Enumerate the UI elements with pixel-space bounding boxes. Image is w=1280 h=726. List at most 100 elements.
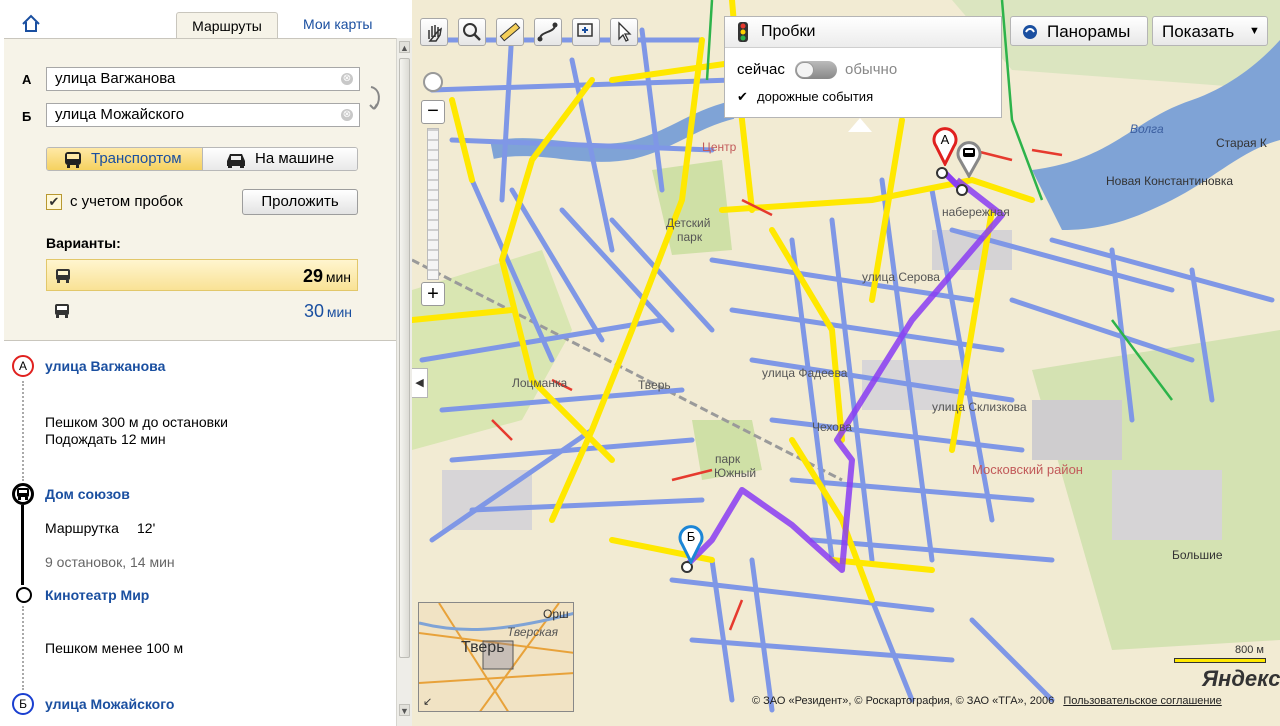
add-object-button[interactable] [572, 18, 600, 46]
map-label-lotsmanka: Лоцманка [512, 376, 568, 390]
panorama-icon [1023, 25, 1037, 39]
compass-icon[interactable] [423, 72, 443, 92]
yandex-logo[interactable]: Яндекс [1202, 666, 1280, 692]
variant-1-unit: мин [325, 269, 351, 285]
zoom-out-button[interactable]: − [421, 100, 445, 124]
mode-transport-button[interactable]: Транспортом [47, 148, 203, 170]
magnifier-icon [463, 23, 481, 41]
minimap-region-label: Тверская [507, 625, 559, 639]
variant-2-unit: мин [326, 304, 352, 320]
copyright-text: © ЗАО «Резидент», © Роскартография, © ЗА… [752, 695, 1055, 707]
bus-icon [56, 269, 70, 283]
panoramas-label: Панорамы [1047, 22, 1131, 41]
end-place[interactable]: улица Можайского [45, 696, 174, 712]
route-sidebar: Маршруты Мои карты А улица Вагжанова ⊗ Б… [0, 0, 412, 726]
start-marker: А [12, 355, 34, 377]
route-icon [537, 22, 558, 42]
show-layers-button[interactable]: Показать ▼ [1152, 16, 1268, 46]
traffic-title: Пробки [761, 23, 816, 40]
map-label-tver-station: Тверь [638, 378, 671, 392]
route-form: А улица Вагжанова ⊗ Б улица Можайского ⊗… [4, 38, 396, 341]
map-label-staraya: Старая К [1216, 136, 1267, 150]
ruler-button[interactable] [496, 18, 524, 46]
traffic-events-check[interactable]: ✔ [737, 89, 748, 105]
traffic-toggle[interactable] [795, 61, 837, 79]
map-canvas[interactable]: Центр Детский парк Лоцманка Тверь парк Ю… [412, 0, 1280, 726]
marker-b-icon[interactable]: Б [676, 520, 706, 564]
variant-1-minutes: 29 [302, 266, 323, 286]
show-label: Показать [1162, 22, 1235, 41]
traffic-panel: Пробки сейчас обычно ✔ дорожные события [724, 16, 1002, 118]
minimap-resize-icon[interactable]: ↙ [423, 695, 432, 708]
map-label-moskovsky: Московский район [972, 462, 1083, 477]
sidebar-tabs: Маршруты Мои карты [0, 0, 412, 39]
walk-to-stop-text: Пешком 300 м до остановки [45, 414, 228, 430]
map-label-chekhova: Чехова [812, 420, 852, 434]
route-steps: А улица Вагжанова Пешком 300 м до остано… [4, 340, 396, 726]
ride-number: 12' [137, 520, 156, 536]
clear-b-icon[interactable]: ⊗ [341, 109, 353, 121]
select-tool-button[interactable] [610, 18, 638, 46]
start-place[interactable]: улица Вагжанова [45, 358, 165, 374]
add-object-icon [577, 23, 593, 37]
clear-a-icon[interactable]: ⊗ [341, 73, 353, 85]
point-a-value: улица Вагжанова [55, 70, 176, 87]
variants-heading: Варианты: [46, 235, 121, 251]
swap-points-icon[interactable] [366, 83, 384, 113]
traffic-checkbox-label: с учетом пробок [70, 193, 183, 210]
map-label-center: Центр [702, 140, 737, 154]
map-label-sklizkova: улица Склизкова [932, 400, 1027, 414]
scale-bar: 800 м [1172, 644, 1268, 666]
scroll-up-icon[interactable]: ▲ [399, 41, 410, 53]
walk-line-2 [22, 606, 26, 690]
mode-car-label: На машине [255, 150, 335, 167]
scroll-down-icon[interactable]: ▼ [399, 704, 410, 716]
route-variant-2[interactable]: 30 мин [46, 295, 358, 327]
wait-text: Подождать 12 мин [45, 431, 166, 447]
tab-my-maps[interactable]: Мои карты [303, 16, 373, 32]
traffic-checkbox[interactable]: ✔ [46, 194, 62, 210]
scroll-thumb[interactable] [399, 58, 410, 658]
minimap-city-label: Тверь [461, 639, 505, 656]
traffic-light-icon [738, 22, 748, 42]
agreement-link[interactable]: Пользовательское соглашение [1063, 695, 1221, 707]
map-label-serova: улица Серова [862, 270, 940, 284]
zoom-in-button[interactable]: + [421, 282, 445, 306]
point-a-input[interactable]: улица Вагжанова ⊗ [46, 67, 360, 91]
variant-2-minutes: 30 [303, 301, 324, 321]
tab-routes[interactable]: Маршруты [176, 12, 278, 39]
walk-line [22, 381, 26, 481]
collapse-sidebar-button[interactable]: ◀ [412, 368, 428, 398]
zoom-slider[interactable] [427, 128, 439, 280]
route-variant-1[interactable]: 29 мин [46, 259, 358, 291]
hand-tool-button[interactable] [420, 18, 448, 46]
marker-bus-icon[interactable] [954, 140, 984, 178]
cursor-icon [618, 21, 632, 42]
stop2-marker [16, 587, 32, 603]
zoom-area-button[interactable] [458, 18, 486, 46]
build-route-button[interactable]: Проложить [242, 189, 358, 215]
traffic-header[interactable]: Пробки [725, 17, 1001, 48]
traffic-usual-label[interactable]: обычно [845, 61, 897, 78]
map-label-detsky: Детский [666, 216, 711, 230]
point-a-label: А [22, 72, 32, 87]
hand-icon [428, 25, 443, 42]
route-tool-button[interactable] [534, 18, 562, 46]
stop2-name[interactable]: Кинотеатр Мир [45, 587, 149, 603]
point-b-input[interactable]: улица Можайского ⊗ [46, 103, 360, 127]
map-label-bolshie: Большие [1172, 548, 1223, 562]
minimap-corner-label: Орш [543, 607, 569, 621]
mode-car-button[interactable]: На машине [203, 148, 357, 170]
sidebar-scrollbar[interactable]: ▲ ▼ [396, 38, 412, 726]
map-label-park: парк [677, 230, 703, 244]
ride-type: Маршрутка [45, 520, 119, 536]
map-label-naberezhnaya: набережная [942, 205, 1010, 219]
overview-minimap[interactable]: Тверь Тверская Орш ↙ [418, 602, 574, 712]
scale-label: 800 м [1235, 644, 1264, 656]
home-icon[interactable] [20, 13, 42, 35]
stop1-name[interactable]: Дом союзов [45, 486, 130, 502]
map-copyright: © ЗАО «Резидент», © Роскартография, © ЗА… [752, 695, 1222, 707]
panoramas-button[interactable]: Панорамы [1010, 16, 1148, 46]
zoom-control: − + [421, 72, 445, 312]
walk-final-text: Пешком менее 100 м [45, 640, 184, 656]
